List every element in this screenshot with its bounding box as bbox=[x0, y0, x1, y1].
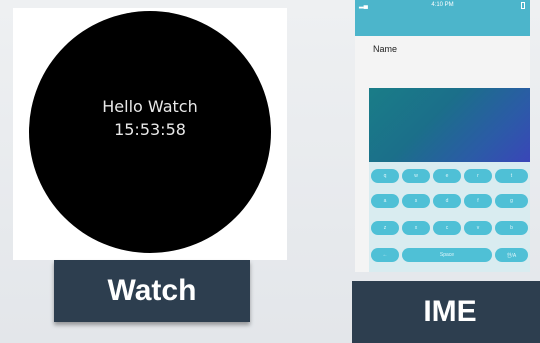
key-f[interactable]: f bbox=[464, 194, 492, 208]
app-bar bbox=[355, 12, 530, 36]
key-s[interactable]: s bbox=[402, 194, 430, 208]
watch-caption: Watch bbox=[54, 260, 250, 322]
key-b[interactable]: b bbox=[495, 221, 528, 235]
watch-preview-panel: Hello Watch 15:53:58 bbox=[13, 8, 287, 260]
watch-greeting: Hello Watch bbox=[102, 97, 198, 116]
key-x[interactable]: x bbox=[402, 221, 430, 235]
key-q[interactable]: q bbox=[371, 169, 399, 183]
battery-icon bbox=[521, 2, 525, 9]
key-g[interactable]: g bbox=[495, 194, 528, 208]
status-bar: ▂▄ 4:10 PM bbox=[355, 0, 530, 12]
name-field-label: Name bbox=[373, 44, 398, 54]
status-time: 4:10 PM bbox=[431, 2, 454, 8]
content-gradient bbox=[369, 88, 530, 162]
key-a[interactable]: a bbox=[371, 194, 399, 208]
language-key[interactable]: 한/A bbox=[495, 248, 528, 262]
watch-face: Hello Watch 15:53:58 bbox=[29, 11, 271, 253]
key-z[interactable]: z bbox=[371, 221, 399, 235]
space-key[interactable]: Space bbox=[402, 248, 492, 262]
key-r[interactable]: r bbox=[464, 169, 492, 183]
key-c[interactable]: c bbox=[433, 221, 461, 235]
watch-clock: 15:53:58 bbox=[114, 120, 186, 139]
backspace-key[interactable]: ← bbox=[371, 248, 399, 262]
ime-phone-preview: ▂▄ 4:10 PM Name q w e r t a s d f g z x … bbox=[355, 0, 530, 272]
key-e[interactable]: e bbox=[433, 169, 461, 183]
key-t[interactable]: t bbox=[495, 169, 528, 183]
ime-caption: IME bbox=[352, 281, 540, 343]
key-v[interactable]: v bbox=[464, 221, 492, 235]
keyboard: q w e r t a s d f g z x c v b ← Space 한/… bbox=[369, 162, 530, 272]
key-d[interactable]: d bbox=[433, 194, 461, 208]
key-w[interactable]: w bbox=[402, 169, 430, 183]
